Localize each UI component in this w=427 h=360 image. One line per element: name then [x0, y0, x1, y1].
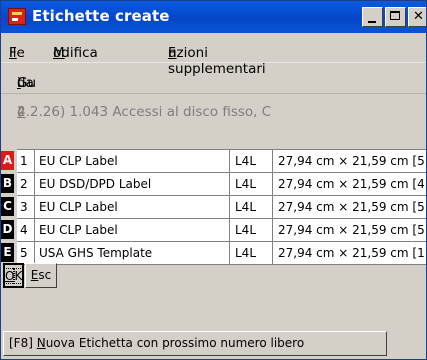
label-size-cell: 27,94 cm × 21,59 cm [1: [278, 246, 425, 260]
label-name-cell: EU DSD/DPD Label: [37, 173, 230, 195]
close-icon: ✕: [413, 9, 424, 24]
help-menu-bar: Guida in linea: [1, 62, 426, 123]
label-number-cell: 4: [19, 219, 35, 241]
label-name-cell: EU CLP Label: [37, 150, 230, 172]
label-size-cell: 27,94 cm × 21,59 cm [5: [278, 200, 425, 214]
label-app-icon[interactable]: [8, 8, 26, 25]
table-row[interactable]: E 5 USA GHS Template L4L 27,94 cm × 21,59 cm…: [1, 242, 426, 265]
table-row[interactable]: D 4 EU CLP Label L4L 27,94 cm × 21,59 cm [5: [1, 219, 426, 242]
label-format-cell: L4L: [234, 173, 273, 195]
version-status-line: (4 2.2.26) 1.043 Accessi al disco fisso, …: [1, 93, 426, 121]
label-number-cell: 1: [19, 150, 35, 172]
label-format-cell: L4L: [234, 150, 273, 172]
row-letter-badge[interactable]: E: [1, 243, 14, 262]
menu-bar: File Modifica Fu nzioni supplementari: [9, 45, 266, 77]
row-letter-badge[interactable]: A: [1, 151, 14, 170]
label-name-cell: USA GHS Template: [37, 242, 230, 264]
label-size-cell: 27,94 cm × 21,59 cm [4: [278, 177, 425, 191]
maximize-button[interactable]: [385, 7, 406, 27]
row-letter-badge[interactable]: D: [1, 220, 14, 239]
row-letter-badge[interactable]: C: [1, 197, 14, 216]
close-button[interactable]: ✕: [408, 7, 426, 27]
label-number-cell: 5: [19, 242, 35, 264]
new-label-button[interactable]: [F8] Nuova Etichetta con prossimo numero…: [3, 331, 387, 356]
ok-button[interactable]: OK: [3, 263, 24, 288]
esc-button[interactable]: Esc: [25, 263, 57, 288]
minimize-button[interactable]: [362, 7, 383, 27]
label-number-cell: 2: [19, 173, 35, 195]
table-row[interactable]: B 2 EU DSD/DPD Label L4L 27,94 cm × 21,59 cm…: [1, 173, 426, 196]
label-format-cell: L4L: [234, 196, 273, 218]
label-format-cell: L4L: [234, 219, 273, 241]
labels-window: Etichette create ✕ File Modifica Fu nzion…: [0, 0, 427, 360]
title-bar[interactable]: Etichette create ✕: [1, 1, 426, 33]
label-name-cell: EU CLP Label: [37, 219, 230, 241]
window-title: Etichette create: [32, 7, 170, 25]
label-size-cell: 27,94 cm × 21,59 cm [5: [278, 154, 425, 168]
label-format-cell: L4L: [234, 242, 273, 264]
label-name-cell: EU CLP Label: [37, 196, 230, 218]
label-size-cell: 27,94 cm × 21,59 cm [5: [278, 223, 425, 237]
table-row[interactable]: A 1 EU CLP Label L4L 27,94 cm × 21,59 cm [5: [1, 149, 426, 173]
row-letter-badge[interactable]: B: [1, 174, 14, 193]
labels-table: A 1 EU CLP Label L4L 27,94 cm × 21,59 cm [5 B…: [1, 149, 426, 265]
table-row[interactable]: C 3 EU CLP Label L4L 27,94 cm × 21,59 cm [5: [1, 196, 426, 219]
label-number-cell: 3: [19, 196, 35, 218]
